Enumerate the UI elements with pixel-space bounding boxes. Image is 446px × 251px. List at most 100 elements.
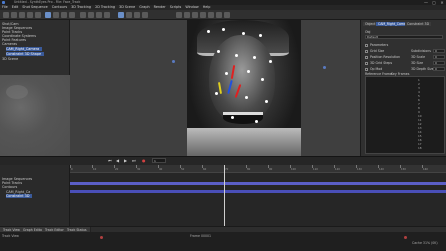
rotate-tool-icon[interactable] [61, 12, 67, 18]
depth-size-field[interactable]: 0 [433, 67, 445, 71]
tracker-marker[interactable] [231, 116, 234, 119]
playhead[interactable] [224, 165, 225, 227]
markers-icon[interactable] [224, 12, 230, 18]
fit-view-icon[interactable] [192, 12, 198, 18]
frames-table[interactable]: 1 2 3 4 5 6 7 8 9 10 11 12 13 14 15 16 1… [365, 76, 445, 154]
status-cache: Cache 31% (0K) [412, 241, 438, 245]
ruler-label: 10 [93, 168, 97, 171]
op-mod-checkbox[interactable] [365, 68, 368, 71]
parameters-checkbox[interactable] [365, 44, 368, 47]
view-layout-icon[interactable] [118, 12, 124, 18]
solve-icon[interactable] [134, 12, 140, 18]
scene-tree-panel: Shot/Cam Image Sequences Point Tracks Co… [0, 20, 70, 75]
zoom-icon[interactable] [184, 12, 190, 18]
tracker-marker[interactable] [222, 28, 225, 31]
select-tool-icon[interactable] [45, 12, 51, 18]
viewport-handle-left[interactable] [172, 60, 175, 63]
undo-icon[interactable] [27, 12, 33, 18]
save-icon[interactable] [19, 12, 25, 18]
track-contours[interactable]: Contours [2, 185, 17, 189]
ruler-label: 40 [159, 168, 163, 171]
scale-label: 3D Scale [411, 55, 426, 59]
new-icon[interactable] [3, 12, 9, 18]
tracker-marker[interactable] [259, 34, 262, 37]
ruler-label: 140 [379, 168, 384, 171]
ruler-label: 70 [225, 168, 229, 171]
tracker-marker[interactable] [247, 70, 250, 73]
ruler-label: 110 [313, 168, 318, 171]
redo-icon[interactable] [35, 12, 41, 18]
subdivisions-label: Subdivisions [411, 49, 431, 53]
time-ruler[interactable]: 0 10 20 30 40 50 60 70 80 90 100 110 120… [70, 165, 446, 173]
status-bar: Track View Frame 00001 Cache 31% (0K) [0, 232, 446, 251]
track-bar-main[interactable] [70, 182, 446, 185]
track-constraint[interactable]: Constraint 3D [6, 194, 33, 198]
tab-constraint[interactable]: Constraint 3D [405, 22, 432, 26]
scale-tool-icon[interactable] [69, 12, 75, 18]
grid-size-label: Grid Size [370, 49, 385, 53]
timeline-panel: ⏮ ◀ ▶ ⏭ ● 1 0 10 20 30 40 50 60 70 80 90… [0, 156, 446, 227]
tracker-marker[interactable] [207, 30, 210, 33]
size-label: 3D Size [411, 61, 424, 65]
tracker-marker[interactable] [235, 54, 238, 57]
shaded-icon[interactable] [216, 12, 222, 18]
keyframe-marker[interactable] [100, 236, 103, 239]
size-field[interactable]: 0 [433, 61, 445, 65]
op-mod-label: Op Mod [370, 67, 383, 71]
subdivisions-field[interactable]: 0 [433, 49, 445, 53]
grid-steps-checkbox[interactable] [365, 62, 368, 65]
tracker-marker[interactable] [269, 60, 272, 63]
tracker-marker[interactable] [242, 32, 245, 35]
play-backward-button[interactable]: ◀ [116, 159, 119, 163]
keyframe-marker[interactable] [404, 236, 407, 239]
last-frame-button[interactable]: ⏭ [132, 159, 136, 163]
track-tree: Image Sequences Point Tracks Contours CA… [0, 165, 70, 227]
ruler-label: 120 [335, 168, 340, 171]
footage-frame[interactable] [187, 20, 301, 156]
ruler-label: 0 [71, 168, 73, 171]
render-icon[interactable] [126, 12, 132, 18]
tracker-marker[interactable] [255, 120, 258, 123]
open-icon[interactable] [11, 12, 17, 18]
tracker-marker[interactable] [225, 72, 228, 75]
grid-toggle-icon[interactable] [200, 12, 206, 18]
tracker-marker[interactable] [261, 78, 264, 81]
mesh-tool-icon[interactable] [88, 12, 94, 18]
tracker-marker[interactable] [217, 50, 220, 53]
tracker-marker[interactable] [253, 56, 256, 59]
grid-size-checkbox[interactable] [365, 50, 368, 53]
tree-item-3d-scene[interactable]: 3D Scene [2, 57, 18, 61]
light-tool-icon[interactable] [104, 12, 110, 18]
play-forward-button[interactable]: ▶ [124, 159, 127, 163]
settings-icon[interactable] [142, 12, 148, 18]
position-resolution-checkbox[interactable] [365, 56, 368, 59]
track-bar-constraint[interactable] [70, 190, 446, 193]
tracker-marker[interactable] [215, 92, 218, 95]
texture-highlight [6, 85, 28, 99]
ruler-label: 80 [247, 168, 251, 171]
pan-icon[interactable] [176, 12, 182, 18]
tree-item-constraint-3d[interactable]: Constraint 3D Shape [6, 52, 45, 56]
main-viewport[interactable] [70, 20, 360, 156]
ruler-label: 50 [181, 168, 185, 171]
wireframe-icon[interactable] [208, 12, 214, 18]
tree-item-right-camera[interactable]: CAM_Right_Camera [6, 47, 43, 51]
viewport-handle-right[interactable] [323, 66, 326, 69]
move-tool-icon[interactable] [53, 12, 59, 18]
track-tool-icon[interactable] [80, 12, 86, 18]
face-shape [209, 35, 275, 123]
first-frame-button[interactable]: ⏮ [108, 159, 112, 163]
tracker-marker[interactable] [265, 100, 268, 103]
scale-field[interactable]: 0 [433, 55, 445, 59]
ruler-label: 60 [203, 168, 207, 171]
name-field[interactable]: Default [365, 35, 443, 39]
tree-item-cameras[interactable]: Cameras [2, 42, 17, 46]
position-resolution-label: Position Resolution [370, 55, 401, 59]
tracker-marker[interactable] [245, 96, 248, 99]
camera-tool-icon[interactable] [96, 12, 102, 18]
status-frame: Frame 00001 [190, 234, 212, 238]
current-frame-field[interactable]: 1 [152, 158, 166, 163]
row-number: 18 [418, 146, 422, 150]
record-button[interactable]: ● [142, 159, 146, 163]
depth-size-label: 3D Depth Size [411, 67, 434, 71]
